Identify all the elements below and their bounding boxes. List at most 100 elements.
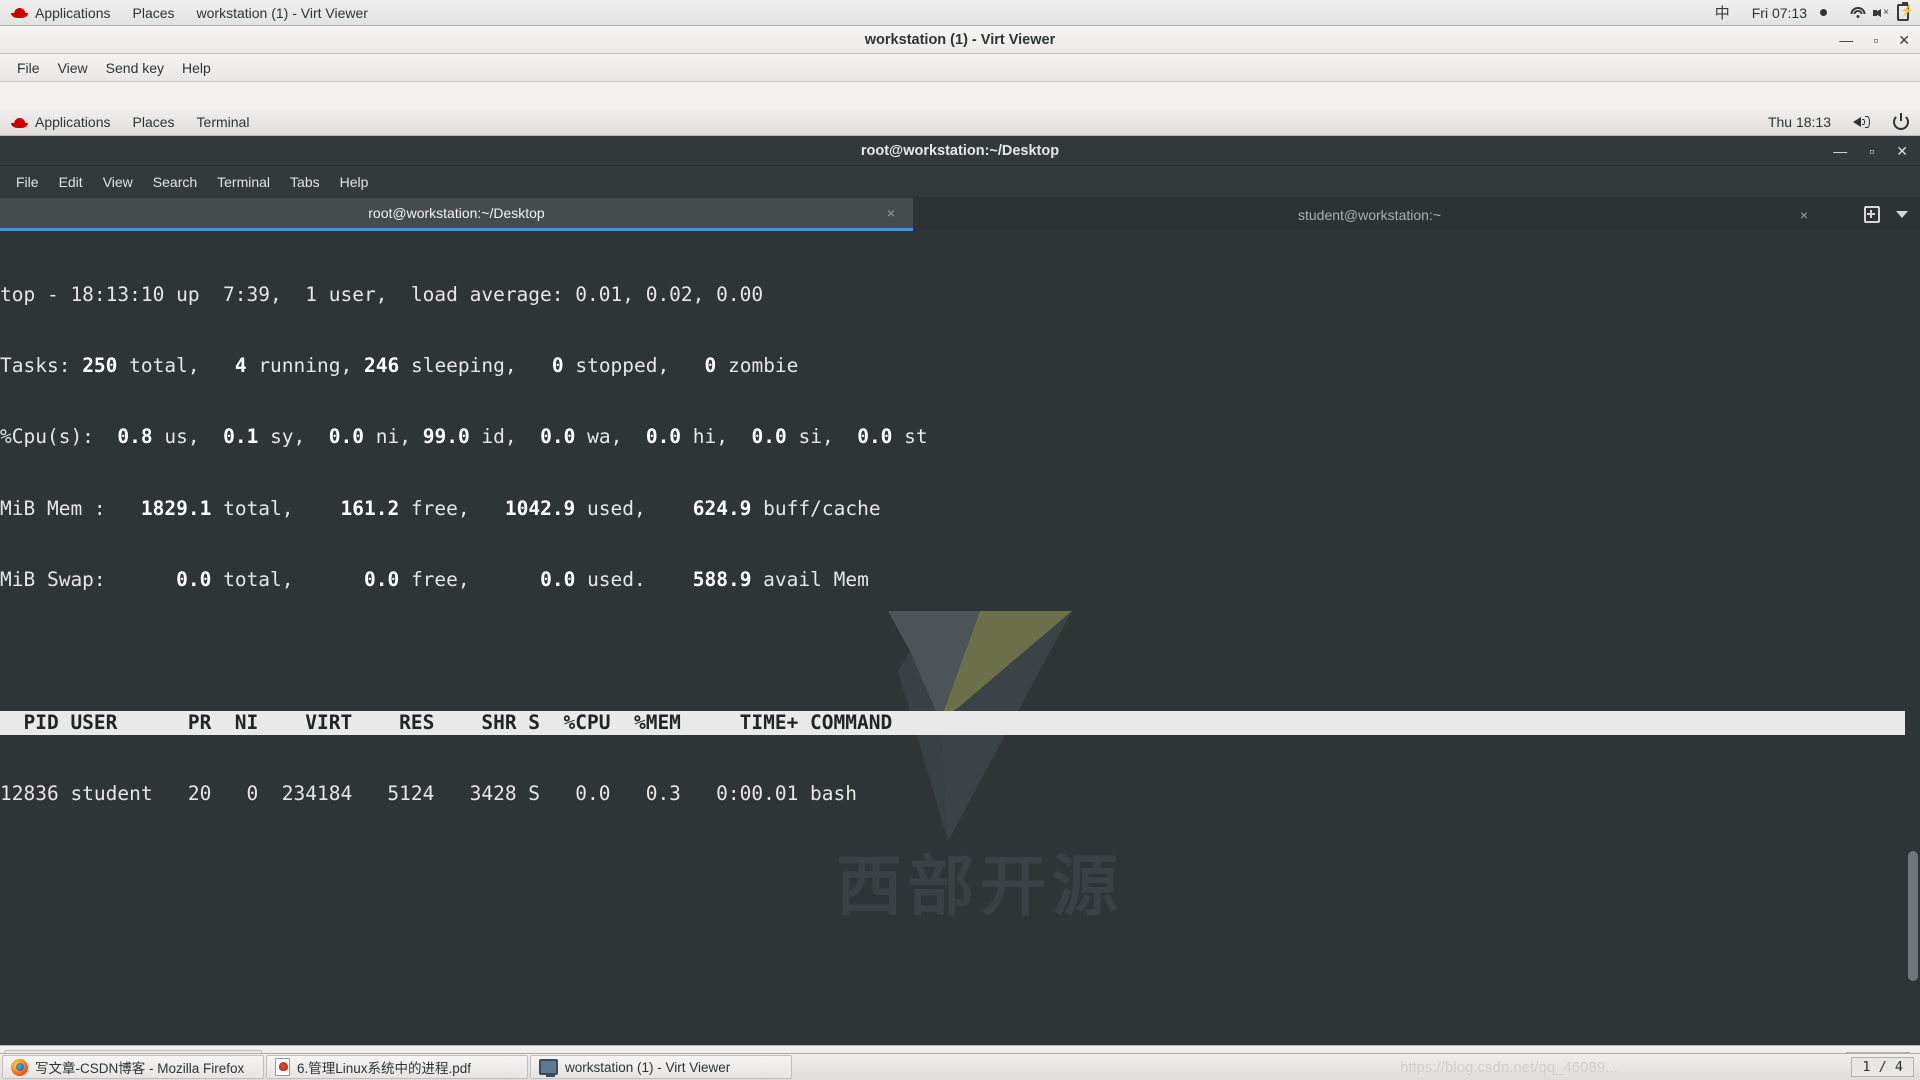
terminal-menu-help[interactable]: Help bbox=[330, 169, 379, 195]
process-table-row: 12836 student 20 0 234184 5124 3428 S 0.… bbox=[0, 782, 858, 806]
host-task-firefox[interactable]: 写文章-CSDN博客 - Mozilla Firefox bbox=[2, 1055, 264, 1079]
top-value: 0.0 bbox=[857, 425, 893, 449]
top-value: 246 bbox=[363, 353, 400, 377]
top-summary-line: MiB Swap: 0.0 total, 0.0 free, 0.0 used.… bbox=[0, 568, 1920, 592]
terminal-scrollbar-thumb[interactable] bbox=[1908, 851, 1918, 981]
host-status-area[interactable]: × bbox=[1838, 0, 1920, 26]
guest-active-window-label: Terminal bbox=[196, 114, 250, 130]
guest-clock[interactable]: Thu 18:13 bbox=[1757, 109, 1842, 136]
host-input-method-indicator[interactable]: 中 bbox=[1704, 0, 1741, 26]
guest-power-menu[interactable] bbox=[1882, 109, 1920, 136]
terminal-maximize-button[interactable]: ▫ bbox=[1869, 143, 1874, 159]
host-active-window-menu[interactable]: workstation (1) - Virt Viewer bbox=[186, 0, 379, 26]
virt-viewer-menu-view[interactable]: View bbox=[49, 56, 97, 80]
top-value: 0.0 bbox=[328, 425, 365, 449]
monitor-icon bbox=[539, 1059, 558, 1077]
virt-viewer-menu-help[interactable]: Help bbox=[173, 56, 220, 80]
top-blank-line bbox=[0, 640, 1920, 664]
terminal-content-area[interactable]: 西部开源 top - 18:13:10 up 7:39, 1 user, loa… bbox=[0, 231, 1920, 1079]
guest-active-window-menu[interactable]: Terminal bbox=[186, 109, 261, 136]
terminal-menu-edit[interactable]: Edit bbox=[49, 169, 93, 195]
top-text: top - 18:13:10 up 7:39, 1 user, load ave… bbox=[0, 282, 576, 306]
terminal-minimize-button[interactable]: — bbox=[1833, 143, 1847, 159]
guest-clock-label: Thu 18:13 bbox=[1767, 114, 1831, 130]
guest-screen: Applications Places Terminal Thu 18:13 r… bbox=[0, 109, 1920, 1079]
terminal-window-controls: — ▫ ✕ bbox=[1833, 136, 1908, 166]
chevron-down-icon[interactable] bbox=[1896, 211, 1908, 218]
redhat-logo-icon bbox=[11, 6, 28, 19]
top-value: 0.1 bbox=[223, 425, 259, 449]
terminal-menu-file[interactable]: File bbox=[6, 169, 49, 195]
virt-viewer-minimize-button[interactable]: — bbox=[1839, 33, 1853, 47]
top-value: 0.8 bbox=[117, 425, 153, 449]
redhat-logo-icon bbox=[11, 116, 28, 129]
host-task-pdf[interactable]: 6.管理Linux系统中的进程.pdf bbox=[266, 1055, 528, 1079]
virt-viewer-menu-file[interactable]: File bbox=[8, 56, 49, 80]
top-summary-line: MiB Mem : 1829.1 total, 161.2 free, 1042… bbox=[0, 497, 1920, 521]
terminal-window: root@workstation:~/Desktop — ▫ ✕ File Ed… bbox=[0, 136, 1920, 1079]
top-text: 0.01, 0.02, 0.00 bbox=[575, 282, 764, 306]
top-text: hi, bbox=[681, 425, 752, 449]
guest-status-area[interactable] bbox=[1842, 109, 1882, 136]
top-text: running, bbox=[246, 353, 364, 377]
top-text: total, bbox=[117, 353, 235, 377]
top-text: zombie bbox=[716, 353, 799, 377]
host-task-virt-viewer[interactable]: workstation (1) - Virt Viewer bbox=[530, 1055, 792, 1079]
top-text: total, bbox=[211, 496, 341, 520]
top-text: free, bbox=[399, 568, 541, 592]
blog-watermark-url: https://blog.csdn.net/qq_46089... bbox=[1400, 1059, 1618, 1076]
top-value: 1829.1 bbox=[140, 496, 212, 520]
virt-viewer-titlebar[interactable]: workstation (1) - Virt Viewer — ▫ ✕ bbox=[0, 26, 1920, 54]
top-value: 0.0 bbox=[540, 568, 576, 592]
top-text: us, bbox=[152, 425, 224, 449]
guest-applications-menu[interactable]: Applications bbox=[0, 109, 122, 136]
host-places-menu[interactable]: Places bbox=[122, 0, 186, 26]
notification-dot-icon bbox=[1820, 9, 1827, 16]
host-applications-menu[interactable]: Applications bbox=[0, 0, 122, 26]
top-text: used, bbox=[575, 496, 693, 520]
virt-viewer-window: workstation (1) - Virt Viewer — ▫ ✕ File… bbox=[0, 26, 1920, 1079]
top-text: stopped, bbox=[563, 353, 705, 377]
top-text: Tasks: bbox=[0, 353, 83, 377]
terminal-tab-student-home[interactable]: student@workstation:~ × bbox=[913, 198, 1826, 231]
new-tab-icon[interactable] bbox=[1864, 206, 1880, 223]
terminal-tabbar: root@workstation:~/Desktop × student@wor… bbox=[0, 198, 1920, 231]
top-value: 0.0 bbox=[363, 568, 400, 592]
host-taskbar: 写文章-CSDN博客 - Mozilla Firefox 6.管理Linux系统… bbox=[0, 1053, 1920, 1080]
terminal-menubar: File Edit View Search Terminal Tabs Help bbox=[0, 166, 1920, 198]
process-table-header: PID USER PR NI VIRT RES SHR S %CPU %MEM … bbox=[0, 710, 1905, 735]
virt-viewer-menu-send-key[interactable]: Send key bbox=[97, 56, 173, 80]
top-value: 4 bbox=[234, 353, 247, 377]
top-text: MiB Swap: bbox=[0, 568, 177, 592]
terminal-scrollbar[interactable] bbox=[1905, 231, 1920, 1079]
wifi-icon bbox=[1849, 6, 1866, 19]
top-summary-line: %Cpu(s): 0.8 us, 0.1 sy, 0.0 ni, 99.0 id… bbox=[0, 425, 1920, 449]
guest-places-menu[interactable]: Places bbox=[122, 109, 186, 136]
terminal-menu-search[interactable]: Search bbox=[143, 169, 207, 195]
host-active-window-label: workstation (1) - Virt Viewer bbox=[196, 4, 368, 21]
virt-viewer-window-controls: — ▫ ✕ bbox=[1839, 26, 1910, 54]
power-icon bbox=[1893, 113, 1909, 130]
host-workspace-indicator[interactable]: 1 / 4 bbox=[1851, 1057, 1914, 1077]
terminal-tab-close-icon[interactable]: × bbox=[1800, 207, 1808, 223]
virt-viewer-maximize-button[interactable]: ▫ bbox=[1873, 33, 1878, 47]
terminal-tab-close-icon[interactable]: × bbox=[887, 205, 895, 221]
terminal-close-button[interactable]: ✕ bbox=[1896, 143, 1908, 160]
virt-viewer-menubar: File View Send key Help bbox=[0, 54, 1920, 82]
terminal-menu-terminal[interactable]: Terminal bbox=[207, 169, 280, 195]
top-value: 0 bbox=[704, 353, 717, 377]
terminal-tab-root-desktop[interactable]: root@workstation:~/Desktop × bbox=[0, 198, 913, 231]
terminal-menu-tabs[interactable]: Tabs bbox=[280, 169, 330, 195]
top-value: 0 bbox=[551, 353, 564, 377]
top-text: wa, bbox=[575, 425, 646, 449]
top-value: 0.0 bbox=[751, 425, 787, 449]
host-clock[interactable]: Fri 07:13 bbox=[1741, 0, 1838, 26]
virt-viewer-title: workstation (1) - Virt Viewer bbox=[864, 31, 1056, 48]
terminal-titlebar[interactable]: root@workstation:~/Desktop — ▫ ✕ bbox=[0, 136, 1920, 166]
terminal-tab-label: root@workstation:~/Desktop bbox=[368, 205, 545, 221]
host-applications-label: Applications bbox=[35, 4, 111, 21]
virt-viewer-close-button[interactable]: ✕ bbox=[1898, 33, 1910, 47]
top-text: avail Mem bbox=[751, 568, 869, 592]
top-value: 1042.9 bbox=[504, 496, 576, 520]
terminal-menu-view[interactable]: View bbox=[93, 169, 143, 195]
